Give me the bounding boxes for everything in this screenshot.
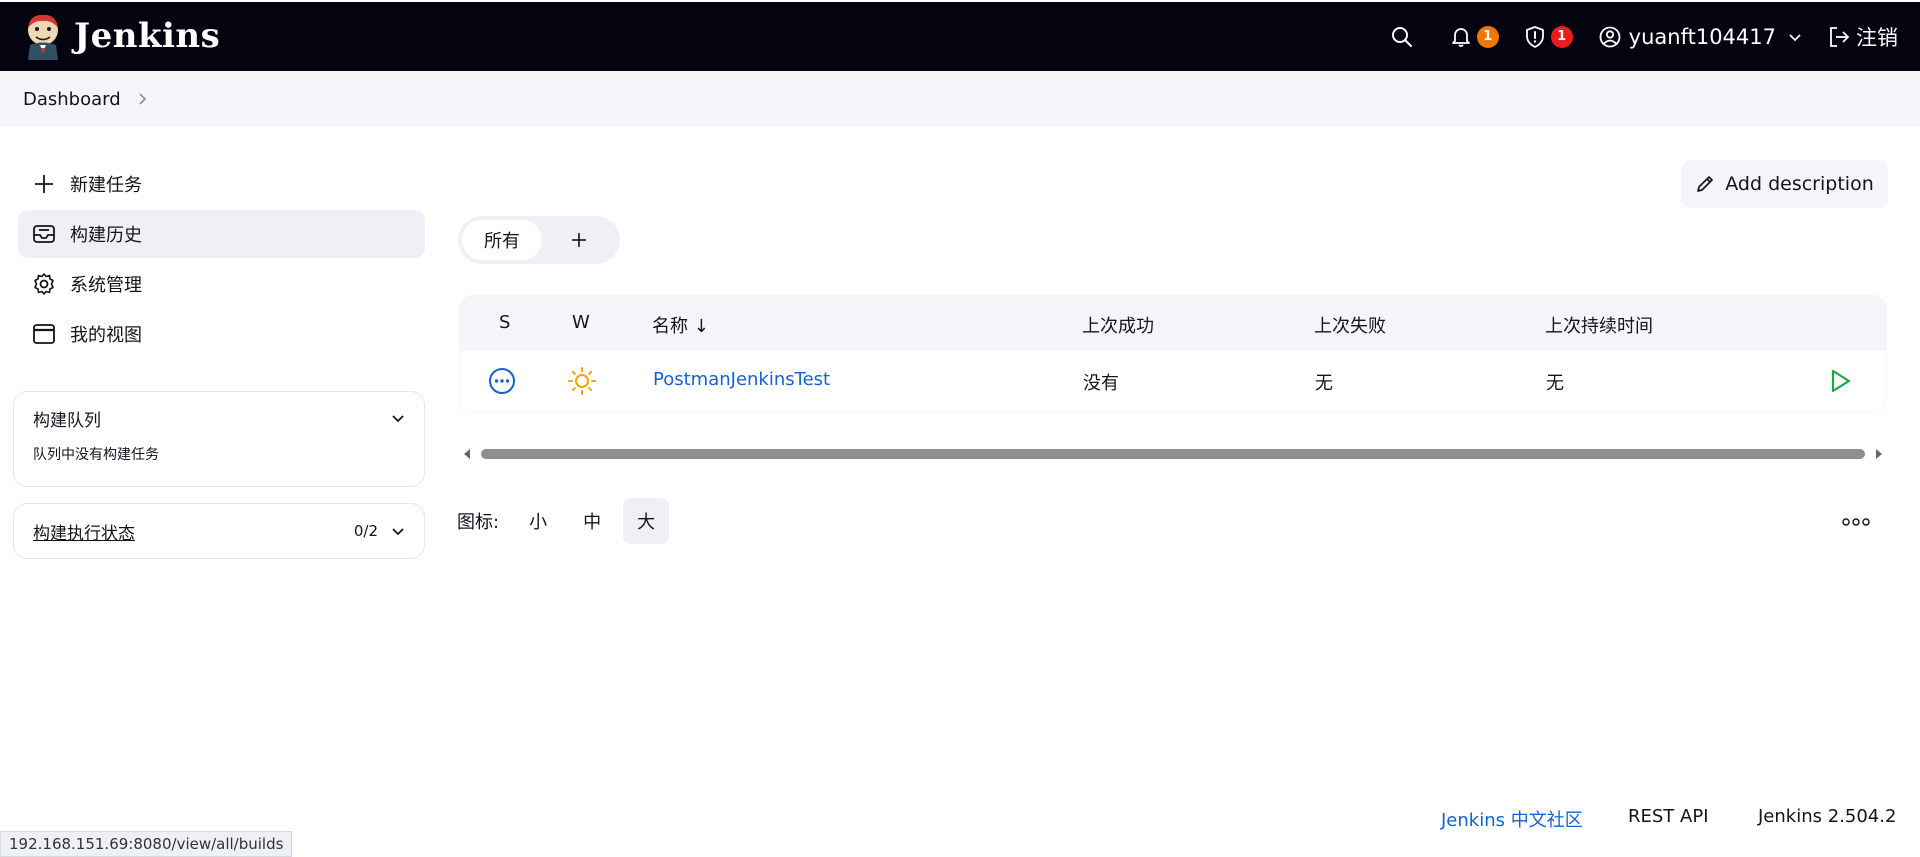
footer-version[interactable]: Jenkins 2.504.2 xyxy=(1758,806,1896,827)
sidebar-item-label: 新建任务 xyxy=(70,175,142,196)
jenkins-home-link[interactable]: Jenkins xyxy=(22,12,220,60)
plus-icon xyxy=(35,175,53,193)
notifications-badge: 1 xyxy=(1476,25,1499,48)
icon-size-selector: 图标: 小 中 大 xyxy=(457,498,677,544)
add-view-button[interactable] xyxy=(542,220,616,260)
play-icon[interactable] xyxy=(1827,368,1853,394)
view-tabs: 所有 xyxy=(458,216,620,264)
jenkins-logo-icon xyxy=(28,14,58,60)
table-row: PostmanJenkinsTest 没有 无 无 xyxy=(460,351,1886,412)
user-menu[interactable]: yuanft104417 xyxy=(1599,25,1802,49)
build-queue-title: 构建队列 xyxy=(33,410,101,431)
inbox-icon xyxy=(33,225,55,243)
sidebar-item-my-views[interactable]: 我的视图 xyxy=(18,310,425,358)
table-header: S W 名称 ↓ 上次成功 上次失败 上次持续时间 xyxy=(459,295,1887,351)
window-icon xyxy=(33,324,55,344)
icon-size-medium[interactable]: 中 xyxy=(569,498,615,544)
icon-size-label: 图标: xyxy=(457,512,500,533)
footer-community-link[interactable]: Jenkins 中文社区 xyxy=(1441,806,1583,832)
gear-icon xyxy=(34,273,54,295)
job-link[interactable]: PostmanJenkinsTest xyxy=(653,369,830,390)
security-badge: 1 xyxy=(1550,25,1573,48)
scrollbar-thumb[interactable] xyxy=(481,449,1865,459)
column-status[interactable]: S xyxy=(499,312,510,333)
executor-status-link[interactable]: 构建执行状态 xyxy=(33,519,135,544)
chevron-down-icon xyxy=(1789,33,1801,41)
breadcrumb-dashboard[interactable]: Dashboard xyxy=(23,89,121,110)
breadcrumb: Dashboard xyxy=(0,71,1920,127)
pending-icon xyxy=(489,368,515,394)
scroll-right-icon[interactable] xyxy=(1875,448,1883,460)
icon-size-small[interactable]: 小 xyxy=(515,498,561,544)
sidebar-item-label: 系统管理 xyxy=(70,275,142,296)
security-button[interactable]: 1 xyxy=(1525,25,1573,48)
username: yuanft104417 xyxy=(1628,24,1776,49)
top-header: Jenkins 1 1 yuanft104417 注销 xyxy=(0,2,1920,71)
more-options-button[interactable] xyxy=(1832,508,1880,536)
column-last-failure[interactable]: 上次失败 xyxy=(1314,312,1386,338)
add-description-button[interactable]: Add description xyxy=(1681,160,1888,208)
sidebar-item-build-history[interactable]: 构建历史 xyxy=(18,210,425,258)
add-description-label: Add description xyxy=(1725,173,1874,195)
cell-last-duration: 无 xyxy=(1546,373,1564,394)
icon-size-large[interactable]: 大 xyxy=(623,498,670,544)
cell-last-failure: 无 xyxy=(1315,373,1333,394)
executor-count: 0/2 xyxy=(353,522,378,540)
cell-last-success: 没有 xyxy=(1083,373,1119,394)
search-button[interactable] xyxy=(1391,26,1413,48)
sidebar-item-label: 我的视图 xyxy=(70,325,142,346)
scroll-left-icon[interactable] xyxy=(463,448,471,460)
logout-label: 注销 xyxy=(1856,25,1898,50)
build-queue-panel: 构建队列 队列中没有构建任务 xyxy=(13,391,425,487)
column-last-duration[interactable]: 上次持续时间 xyxy=(1545,312,1653,338)
horizontal-scrollbar[interactable] xyxy=(459,444,1887,464)
executor-status-panel: 构建执行状态 0/2 xyxy=(13,503,425,559)
jobs-table: S W 名称 ↓ 上次成功 上次失败 上次持续时间 PostmanJenkins… xyxy=(459,295,1887,413)
logout-button[interactable]: 注销 xyxy=(1828,22,1898,52)
status-bar-url: 192.168.151.69:8080/view/all/builds xyxy=(0,831,293,857)
bell-icon xyxy=(1451,27,1470,47)
sunny-icon xyxy=(568,367,596,395)
chevron-down-icon[interactable] xyxy=(390,410,406,426)
sidebar-item-label: 构建历史 xyxy=(70,225,142,246)
plus-icon xyxy=(572,233,586,247)
brand-name: Jenkins xyxy=(74,16,221,56)
column-last-success[interactable]: 上次成功 xyxy=(1082,312,1154,338)
build-queue-empty-text: 队列中没有构建任务 xyxy=(33,447,159,463)
column-name[interactable]: 名称 ↓ xyxy=(652,312,709,338)
search-icon xyxy=(1391,26,1412,47)
footer-rest-api-link[interactable]: REST API xyxy=(1628,806,1709,827)
shield-alert-icon xyxy=(1525,25,1544,48)
chevron-down-icon[interactable] xyxy=(390,523,406,539)
notifications-button[interactable]: 1 xyxy=(1451,25,1499,48)
column-weather[interactable]: W xyxy=(572,312,590,333)
tab-all[interactable]: 所有 xyxy=(462,220,542,260)
user-icon xyxy=(1599,26,1621,47)
pencil-icon xyxy=(1697,176,1714,192)
more-horizontal-icon xyxy=(1842,518,1870,526)
sidebar-item-new-item[interactable]: 新建任务 xyxy=(18,160,425,208)
logout-icon xyxy=(1830,26,1850,47)
sidebar-item-manage-jenkins[interactable]: 系统管理 xyxy=(18,260,425,308)
chevron-right-icon xyxy=(139,93,146,105)
